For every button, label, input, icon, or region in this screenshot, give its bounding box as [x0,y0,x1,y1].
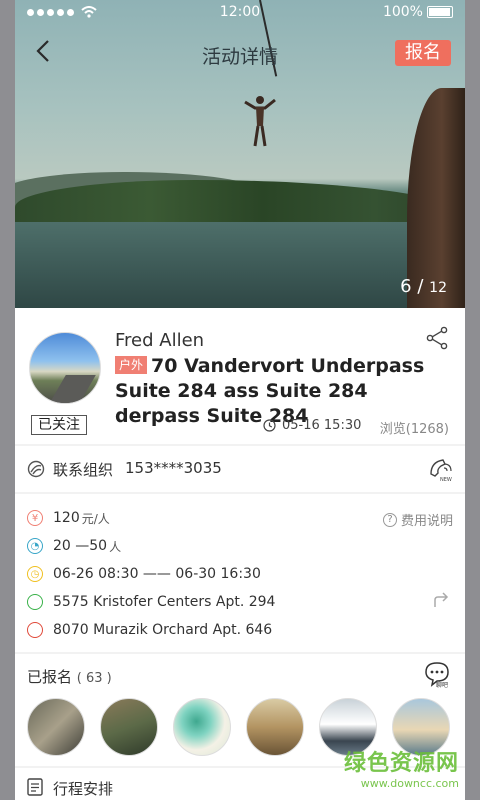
end-location-icon [27,622,43,638]
contact-row[interactable]: 联系组织 153****3035 NEW [15,446,465,492]
price-value: 120 [53,510,80,526]
start-address: 5575 Kristofer Centers Apt. 294 [53,594,276,610]
schedule-label: 行程安排 [53,780,114,798]
photo-separator: / [417,276,424,297]
photo-current: 6 [400,276,412,297]
photo-cliff [407,88,465,308]
photo-treeline [15,180,465,225]
app-screen: 12:00 100% 活动详情 报名 6 / 12 Fred Allen 户外 … [15,0,465,800]
photo-total: 12 [429,280,447,296]
call-icon[interactable]: NEW [427,456,453,482]
fee-note-text: 费用说明 [400,514,453,529]
participant-avatar[interactable] [27,698,85,756]
people-range: 20 —50 [53,538,108,554]
contact-label: 联系组织 [53,461,114,479]
enrolled-count: ( 63 ) [76,671,112,686]
time-icon: ◷ [27,566,43,582]
event-photo[interactable]: 12:00 100% 活动详情 报名 6 / 12 [15,0,465,308]
event-details: ¥ 120 元/人 ? 费用说明 ◔ 20 —50 人 ◷ 06-26 08:3… [15,494,465,652]
watermark: 绿色资源网 www.downcc.com [344,745,459,790]
signup-button[interactable]: 报名 [395,40,451,66]
photo-jumper [244,96,276,147]
signal-icon [27,6,97,18]
category-tag: 户外 [115,356,148,374]
wifi-icon [81,6,97,18]
end-address-item[interactable]: 8070 Murazik Orchard Apt. 646 [27,620,272,640]
enrolled-label: 已报名 [27,668,73,686]
participant-avatar[interactable] [173,698,231,756]
event-title-text: 70 Vandervort Underpass Suite 284 ass Su… [115,355,425,427]
yen-icon: ¥ [27,510,43,526]
battery-icon [426,6,453,18]
start-location-icon [27,594,43,610]
chat-label: 聊吧 [436,681,448,688]
navigate-arrow-icon[interactable] [433,592,451,608]
photo-counter: 6 / 12 [400,276,447,297]
follow-button[interactable]: 已关注 [31,415,87,435]
share-icon[interactable] [425,326,449,350]
datetime-text: 05-16 15:30 [282,418,362,433]
people-unit: 人 [109,539,122,554]
watermark-title: 绿色资源网 [343,751,459,776]
people-icon: ◔ [27,538,43,554]
price-unit: 元/人 [81,511,110,526]
view-count: 浏览(1268) [379,422,449,437]
participant-avatar[interactable] [246,698,304,756]
event-info-card: Fred Allen 户外 70 Vandervort Underpass Sui… [15,308,465,444]
start-address-item[interactable]: 5575 Kristofer Centers Apt. 294 [27,592,275,612]
clock-icon [263,419,276,432]
contact-phone: 153****3035 [125,459,222,477]
svg-text:NEW: NEW [440,477,452,482]
end-address: 8070 Murazik Orchard Apt. 646 [53,622,273,638]
photo-water [15,222,465,308]
price-item: ¥ 120 元/人 [27,508,110,528]
status-time: 12:00 [219,4,261,20]
people-item: ◔ 20 —50 人 [27,536,121,556]
organizer-avatar[interactable] [29,332,101,404]
schedule-icon [27,778,43,796]
status-bar: 12:00 100% [15,0,465,24]
question-icon: ? [382,512,397,527]
participant-avatar[interactable] [100,698,158,756]
organizer-name[interactable]: Fred Allen [115,330,204,351]
time-range: 06-26 08:30 —— 06-30 16:30 [53,566,261,582]
chat-icon[interactable]: 聊吧 [423,660,451,688]
event-datetime: 05-16 15:30 [263,418,361,433]
battery-percent: 100% [382,4,423,20]
time-item: ◷ 06-26 08:30 —— 06-30 16:30 [27,564,261,584]
fee-note-link[interactable]: ? 费用说明 [382,510,453,529]
enrolled-header: 已报名 ( 63 ) [27,666,112,687]
watermark-url: www.downcc.com [360,777,459,790]
organization-icon [27,460,45,478]
